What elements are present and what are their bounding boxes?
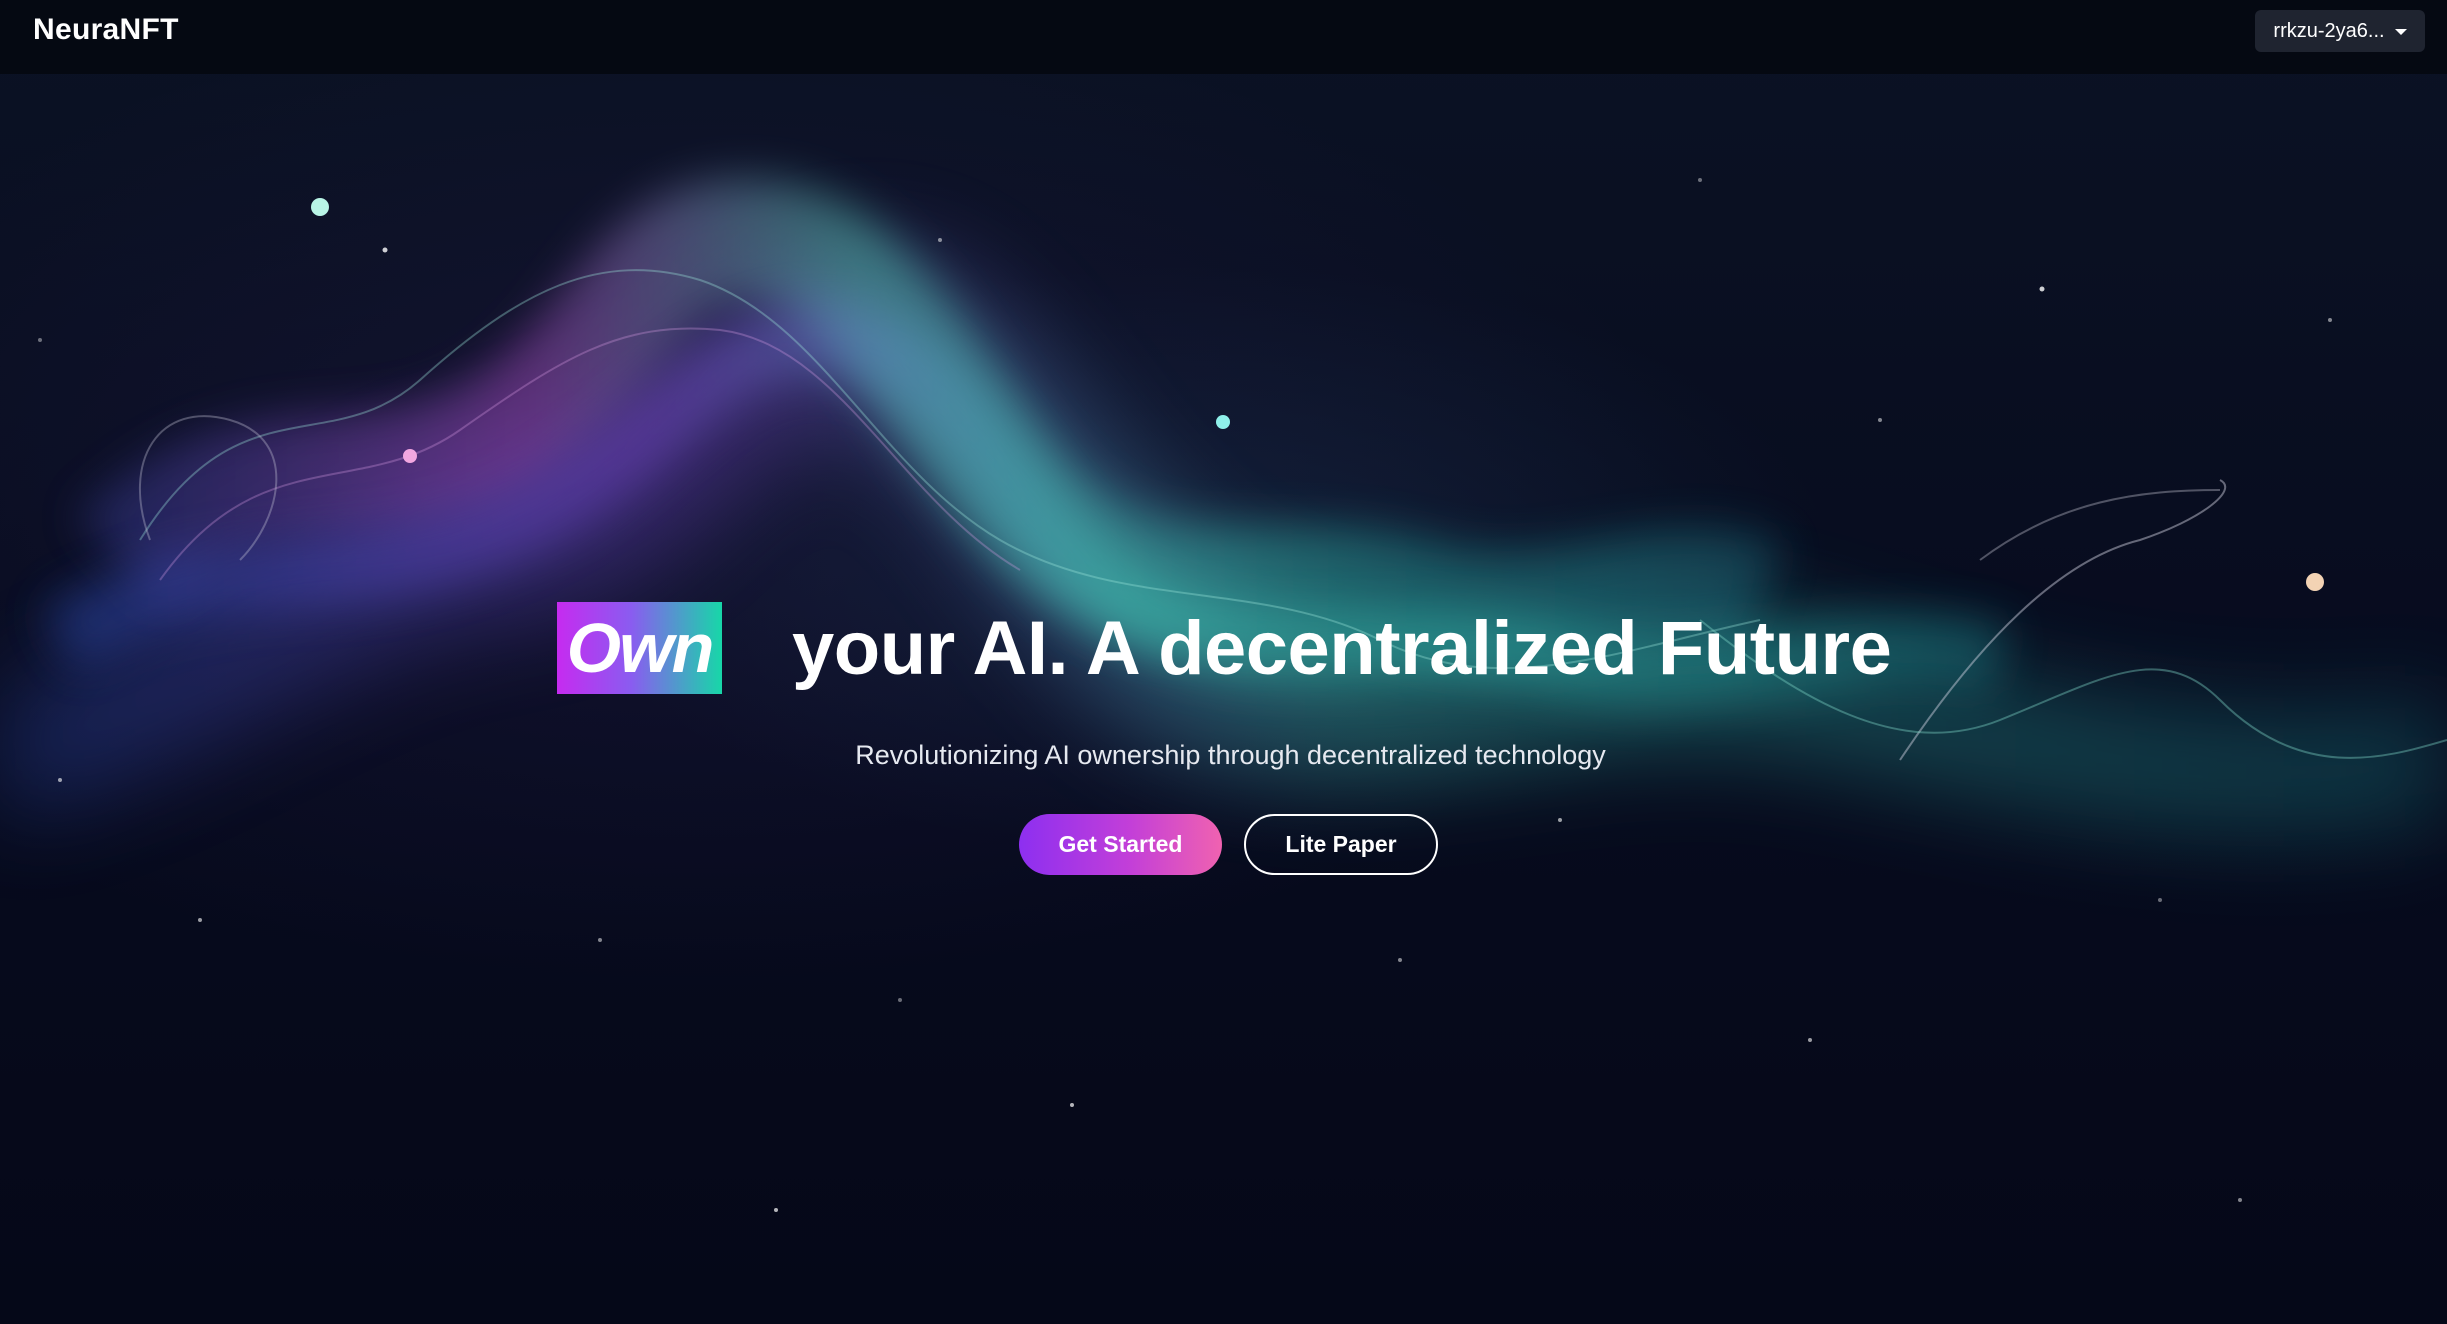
- top-navbar: NeuraNFT rrkzu-2ya6...: [0, 0, 2447, 74]
- highlight-word: Own: [566, 609, 715, 687]
- hero-title: Own your AI. A decentralized Future: [557, 601, 1892, 695]
- get-started-button[interactable]: Get Started: [1019, 814, 1222, 875]
- wallet-dropdown-button[interactable]: rrkzu-2ya6...: [2255, 10, 2425, 52]
- lite-paper-button[interactable]: Lite Paper: [1244, 814, 1438, 875]
- hero-subtitle-container: Revolutionizing AI ownership through dec…: [0, 740, 2447, 771]
- hero-subtitle: Revolutionizing AI ownership through dec…: [855, 740, 1606, 770]
- hero-title-text: your AI. A decentralized Future: [792, 605, 1892, 691]
- highlight-badge: Own: [557, 602, 722, 694]
- brand-logo[interactable]: NeuraNFT: [33, 13, 179, 47]
- wallet-label: rrkzu-2ya6...: [2273, 19, 2385, 42]
- chevron-down-icon: [2394, 29, 2407, 35]
- landing-page: NeuraNFT rrkzu-2ya6... Own your AI. A de…: [0, 0, 2447, 1324]
